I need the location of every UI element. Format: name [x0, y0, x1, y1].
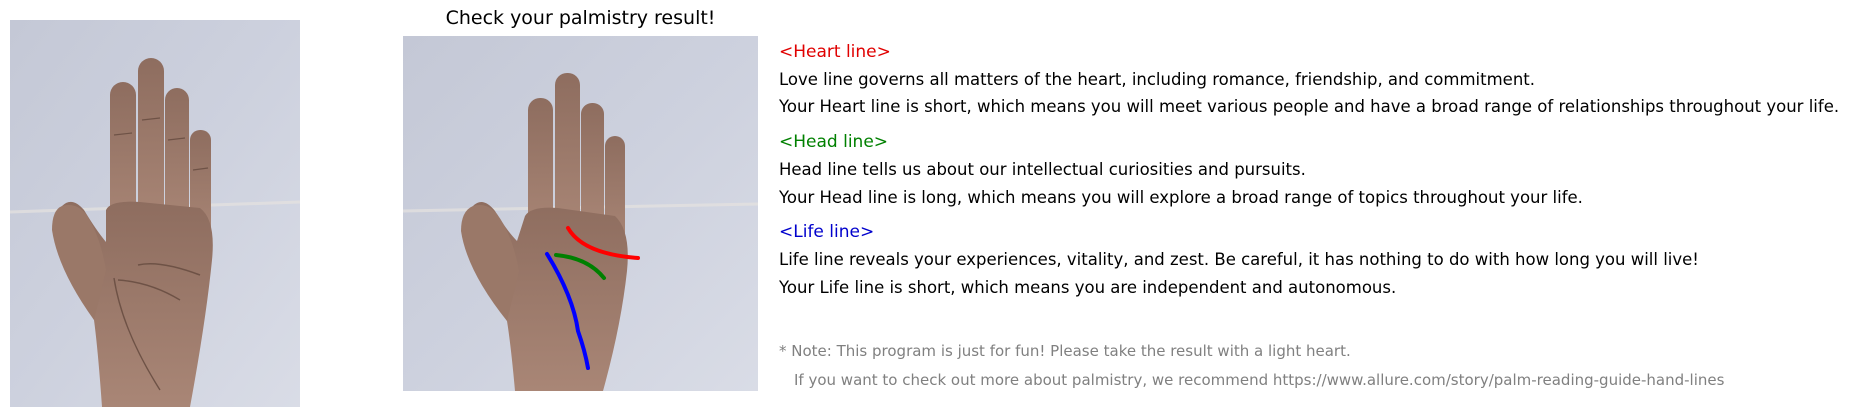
- heart-line-heading: <Heart line>: [779, 42, 891, 62]
- life-line-heading: <Life line>: [779, 222, 875, 242]
- analyzed-palm-photo: [403, 36, 758, 391]
- life-line-description: Life line reveals your experiences, vita…: [779, 250, 1699, 269]
- result-title: Check your palmistry result!: [445, 7, 716, 29]
- reference-note: If you want to check out more about palm…: [794, 371, 1725, 389]
- palm-analysis-illustration: [403, 36, 758, 391]
- head-line-heading: <Head line>: [779, 132, 889, 152]
- original-palm-photo: [10, 20, 300, 407]
- head-line-result: Your Head line is long, which means you …: [779, 188, 1583, 207]
- fun-note: * Note: This program is just for fun! Pl…: [779, 342, 1351, 360]
- heart-line-description: Love line governs all matters of the hea…: [779, 70, 1535, 89]
- heart-line-result: Your Heart line is short, which means yo…: [779, 97, 1840, 116]
- head-line-description: Head line tells us about our intellectua…: [779, 160, 1306, 179]
- palm-illustration: [10, 20, 300, 407]
- life-line-result: Your Life line is short, which means you…: [779, 278, 1397, 297]
